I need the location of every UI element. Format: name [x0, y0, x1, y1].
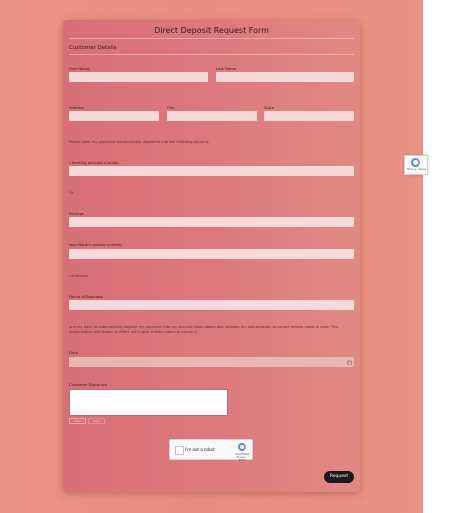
checking-label: Checking account number [69, 160, 119, 165]
last-name-input[interactable] [216, 72, 354, 82]
date-input[interactable] [69, 357, 354, 367]
page-right-margin [423, 0, 474, 513]
bank-name-input[interactable] [69, 300, 354, 310]
signature-pad[interactable] [69, 389, 228, 416]
state-input[interactable] [264, 111, 354, 121]
section-divider [69, 54, 354, 55]
undo-signature-button[interactable]: Undo [88, 418, 105, 424]
captcha-links[interactable]: Privacy - Terms [233, 456, 251, 462]
date-label: Date [69, 350, 79, 355]
recaptcha-badge-links: Privacy - Terms [407, 168, 426, 171]
last-name-label: Last Name [216, 66, 237, 71]
routing-input[interactable] [69, 249, 354, 259]
recaptcha-widget: I'm not a robot reCAPTCHA Privacy - Term… [169, 439, 253, 462]
clear-signature-button[interactable]: Clear [69, 418, 86, 424]
address-label: Address [69, 105, 85, 110]
checking-input[interactable] [69, 166, 354, 176]
captcha-checkbox[interactable] [175, 446, 184, 455]
signature-label: Customer Signature [69, 382, 107, 387]
bank-name-label: Name of Business [69, 294, 104, 299]
recaptcha-badge[interactable]: Privacy - Terms [404, 155, 428, 175]
captcha-label: I'm not a robot [185, 447, 215, 452]
title-divider [69, 38, 354, 39]
state-label: State [264, 105, 275, 110]
form-title: Direct Deposit Request Form [154, 26, 269, 35]
savings-input[interactable] [69, 217, 354, 227]
first-name-input[interactable] [69, 72, 208, 82]
form-card: Direct Deposit Request Form Customer Det… [63, 20, 360, 492]
section-heading: Customer Details [69, 45, 117, 51]
routing-label: Your Bank's routing number [69, 242, 122, 247]
recaptcha-icon [238, 443, 246, 451]
authorize-text: I authorize [69, 274, 89, 278]
or-text: Or [69, 191, 74, 195]
savings-label: Savings [69, 211, 84, 216]
city-input[interactable] [167, 111, 257, 121]
deposit-note: Please have my paycheck automatically de… [69, 140, 210, 144]
recaptcha-logo-icon [411, 158, 420, 167]
request-button[interactable]: Request [324, 471, 354, 483]
address-input[interactable] [69, 111, 159, 121]
authorization-text: and my bank to automatically deposit my … [69, 325, 339, 334]
first-name-label: First Name [69, 66, 90, 71]
city-label: City [167, 105, 175, 110]
calendar-icon[interactable] [347, 360, 352, 365]
